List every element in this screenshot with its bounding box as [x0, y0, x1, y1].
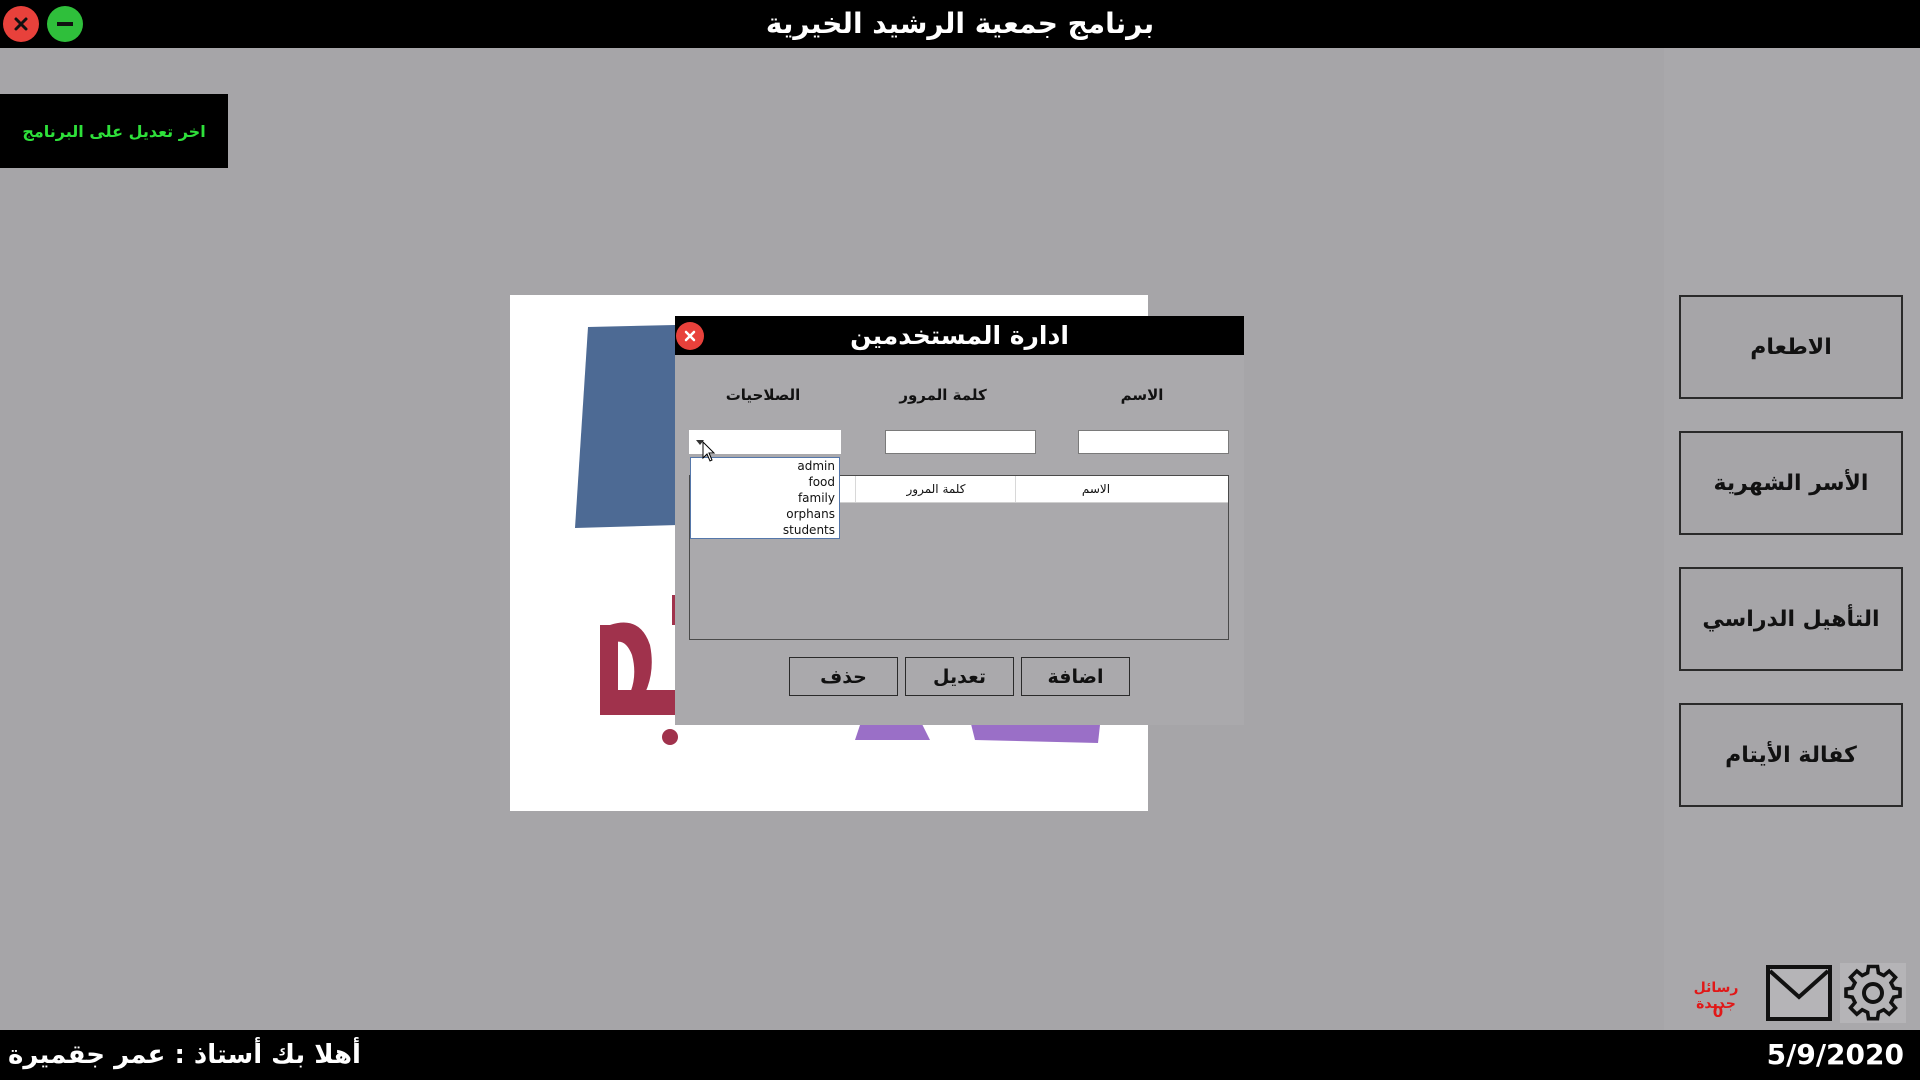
dialog-title: ادارة المستخدمين: [850, 321, 1069, 350]
last-edit-button[interactable]: اخر تعديل على البرنامج: [0, 94, 228, 168]
permissions-dropdown-list: admin food family orphans students: [690, 457, 840, 539]
password-input[interactable]: [885, 430, 1036, 454]
dialog-title-bar: ادارة المستخدمين $: [675, 316, 1244, 355]
nav-feeding-button[interactable]: الاطعام: [1679, 295, 1903, 399]
dropdown-option-students[interactable]: students: [691, 522, 839, 538]
mail-icon[interactable]: [1766, 963, 1832, 1023]
permissions-label: الصلاحيات: [725, 386, 801, 404]
nav-education-button[interactable]: التأهيل الدراسي: [1679, 567, 1903, 671]
password-label: كلمة المرور: [899, 386, 987, 404]
mouse-pointer-icon: [702, 441, 716, 462]
nav-orphan-sponsorship-button[interactable]: كفالة الأيتام: [1679, 703, 1903, 807]
add-button[interactable]: اضافة: [1021, 657, 1130, 696]
dropdown-option-family[interactable]: family: [691, 490, 839, 506]
status-bar: أهلا بك أستاذ : عمر جقميرة 5/9/2020: [0, 1030, 1920, 1080]
delete-button[interactable]: حذف: [789, 657, 898, 696]
name-label: الاسم: [1120, 386, 1164, 404]
dropdown-option-orphans[interactable]: orphans: [691, 506, 839, 522]
app-title: برنامج جمعية الرشيد الخيرية: [765, 7, 1155, 40]
new-messages-count: 0: [1712, 1003, 1724, 1021]
name-input[interactable]: [1078, 430, 1229, 454]
nav-monthly-families-button[interactable]: الأسر الشهرية: [1679, 431, 1903, 535]
current-date: 5/9/2020: [1766, 1038, 1904, 1071]
right-nav-panel: [1664, 48, 1920, 1030]
title-bar: برنامج جمعية الرشيد الخيرية: [0, 0, 1920, 48]
grid-column-name[interactable]: الاسم: [1015, 476, 1176, 502]
grid-column-password[interactable]: كلمة المرور: [855, 476, 1016, 502]
dropdown-option-food[interactable]: food: [691, 474, 839, 490]
gear-icon[interactable]: [1840, 963, 1906, 1023]
edit-button[interactable]: تعديل: [905, 657, 1014, 696]
welcome-text: أهلا بك أستاذ : عمر جقميرة: [8, 1040, 361, 1070]
user-management-dialog: ادارة المستخدمين $ الاسم كلمة المرور الص…: [675, 316, 1244, 725]
